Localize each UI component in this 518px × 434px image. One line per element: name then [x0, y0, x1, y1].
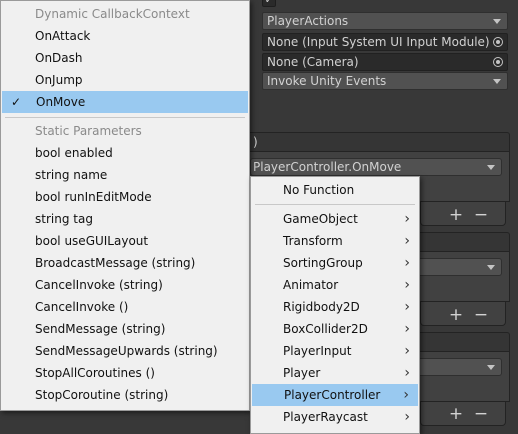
chevron-right-icon: ›	[404, 365, 410, 381]
event-header-label: )	[253, 135, 258, 149]
menu-item-sortinggroup[interactable]: SortingGroup ›	[251, 252, 419, 274]
behavior-value: Invoke Unity Events	[267, 74, 387, 88]
menu-item-bool-enabled[interactable]: bool enabled	[1, 142, 249, 164]
menu-item-sendmessage[interactable]: SendMessage (string)	[1, 318, 249, 340]
menu-item-playercontroller[interactable]: PlayerController ›	[252, 384, 418, 406]
menu-item-label: PlayerController	[284, 388, 381, 402]
menu-item-label: CancelInvoke (string)	[35, 278, 163, 292]
menu-item-label: PlayerRaycast	[283, 410, 368, 424]
menu-item-label: OnMove	[36, 95, 86, 109]
component-menu: No Function GameObject › Transform › Sorti…	[250, 176, 420, 434]
checkmark-icon: ✓	[11, 95, 22, 109]
function-menu: Dynamic CallbackContext OnAttack OnDash …	[0, 0, 250, 411]
remove-listener-button[interactable]: −	[473, 207, 489, 224]
menu-item-label: No Function	[283, 183, 355, 197]
dynamic-callback-header: Dynamic CallbackContext	[35, 7, 190, 21]
menu-item-onjump[interactable]: OnJump	[1, 69, 249, 91]
chevron-right-icon: ›	[404, 277, 410, 293]
actions-asset-field[interactable]: PlayerActions	[262, 12, 508, 30]
menu-item-label: SortingGroup	[283, 256, 363, 270]
add-listener-button[interactable]: +	[448, 207, 464, 224]
menu-item-playerinput[interactable]: PlayerInput ›	[251, 340, 419, 362]
chevron-right-icon: ›	[404, 233, 410, 249]
camera-field[interactable]: None (Camera)	[262, 53, 508, 71]
menu-item-gameobject[interactable]: GameObject ›	[251, 208, 419, 230]
menu-separator	[5, 117, 245, 118]
chevron-right-icon: ›	[404, 343, 410, 359]
menu-item-bool-runineditmode[interactable]: bool runInEditMode	[1, 186, 249, 208]
menu-item-sendmessageupwards[interactable]: SendMessageUpwards (string)	[1, 340, 249, 362]
menu-item-label: string tag	[35, 212, 93, 226]
menu-item-onattack[interactable]: OnAttack	[1, 25, 249, 47]
chevron-right-icon: ›	[404, 299, 410, 315]
add-listener-button[interactable]: +	[448, 406, 464, 423]
menu-item-bool-useguilayout[interactable]: bool useGUILayout	[1, 230, 249, 252]
menu-item-transform[interactable]: Transform ›	[251, 230, 419, 252]
actions-asset-value: PlayerActions	[267, 14, 349, 28]
menu-item-label: bool enabled	[35, 146, 113, 160]
static-parameters-header: Static Parameters	[35, 124, 142, 138]
ui-input-module-field[interactable]: None (Input System UI Input Module)	[262, 33, 508, 51]
chevron-right-icon: ›	[403, 387, 409, 403]
chevron-right-icon: ›	[404, 321, 410, 337]
menu-item-label: GameObject	[283, 212, 358, 226]
menu-separator	[255, 204, 415, 205]
menu-item-label: BroadcastMessage (string)	[35, 256, 196, 270]
chevron-right-icon: ›	[404, 211, 410, 227]
chevron-down-icon	[493, 79, 501, 84]
menu-item-label: SendMessageUpwards (string)	[35, 344, 218, 358]
remove-listener-button[interactable]: −	[473, 307, 489, 324]
menu-item-stopallcoroutines[interactable]: StopAllCoroutines ()	[1, 362, 249, 384]
enable-checkbox[interactable]: ✓	[262, 0, 276, 7]
menu-item-label: StopCoroutine (string)	[35, 388, 169, 402]
menu-item-label: BoxCollider2D	[283, 322, 368, 336]
chevron-right-icon: ›	[404, 255, 410, 271]
function-value: PlayerController.OnMove	[253, 160, 402, 174]
menu-item-label: Player	[283, 366, 321, 380]
menu-item-label: OnAttack	[35, 29, 91, 43]
menu-item-string-tag[interactable]: string tag	[1, 208, 249, 230]
menu-item-playerraycast[interactable]: PlayerRaycast ›	[251, 406, 419, 428]
menu-item-label: bool runInEditMode	[35, 190, 152, 204]
menu-item-ondash[interactable]: OnDash	[1, 47, 249, 69]
menu-item-broadcastmessage[interactable]: BroadcastMessage (string)	[1, 252, 249, 274]
chevron-right-icon: ›	[404, 409, 410, 425]
function-dropdown[interactable]: PlayerController.OnMove	[250, 158, 502, 176]
menu-item-label: bool useGUILayout	[35, 234, 149, 248]
menu-item-stopcoroutine[interactable]: StopCoroutine (string)	[1, 384, 249, 406]
chevron-down-icon	[487, 265, 495, 270]
menu-item-label: SendMessage (string)	[35, 322, 166, 336]
add-listener-button[interactable]: +	[448, 307, 464, 324]
menu-item-no-function[interactable]: No Function	[251, 179, 419, 201]
remove-listener-button[interactable]: −	[473, 406, 489, 423]
menu-item-label: OnJump	[35, 73, 83, 87]
object-picker-icon[interactable]	[493, 57, 503, 67]
menu-item-label: Transform	[283, 234, 343, 248]
menu-item-label: OnDash	[35, 51, 83, 65]
behavior-dropdown[interactable]: Invoke Unity Events	[262, 72, 508, 90]
ui-input-module-value: None (Input System UI Input Module)	[267, 35, 490, 49]
menu-item-animator[interactable]: Animator ›	[251, 274, 419, 296]
menu-item-label: Rigidbody2D	[283, 300, 360, 314]
menu-item-boxcollider2d[interactable]: BoxCollider2D ›	[251, 318, 419, 340]
menu-item-rigidbody2d[interactable]: Rigidbody2D ›	[251, 296, 419, 318]
menu-item-string-name[interactable]: string name	[1, 164, 249, 186]
menu-item-player[interactable]: Player ›	[251, 362, 419, 384]
object-picker-icon[interactable]	[493, 37, 503, 47]
menu-item-label: StopAllCoroutines ()	[35, 366, 155, 380]
menu-item-label: CancelInvoke ()	[35, 300, 129, 314]
menu-item-cancelinvoke[interactable]: CancelInvoke ()	[1, 296, 249, 318]
chevron-down-icon	[487, 165, 495, 170]
chevron-down-icon	[493, 19, 501, 24]
menu-item-cancelinvoke-string[interactable]: CancelInvoke (string)	[1, 274, 249, 296]
menu-item-label: PlayerInput	[283, 344, 352, 358]
menu-item-label: string name	[35, 168, 108, 182]
menu-item-label: Animator	[283, 278, 339, 292]
chevron-down-icon	[487, 365, 495, 370]
camera-value: None (Camera)	[267, 55, 359, 69]
event-header: )	[230, 132, 510, 152]
menu-item-onmove[interactable]: ✓ OnMove	[2, 91, 248, 113]
